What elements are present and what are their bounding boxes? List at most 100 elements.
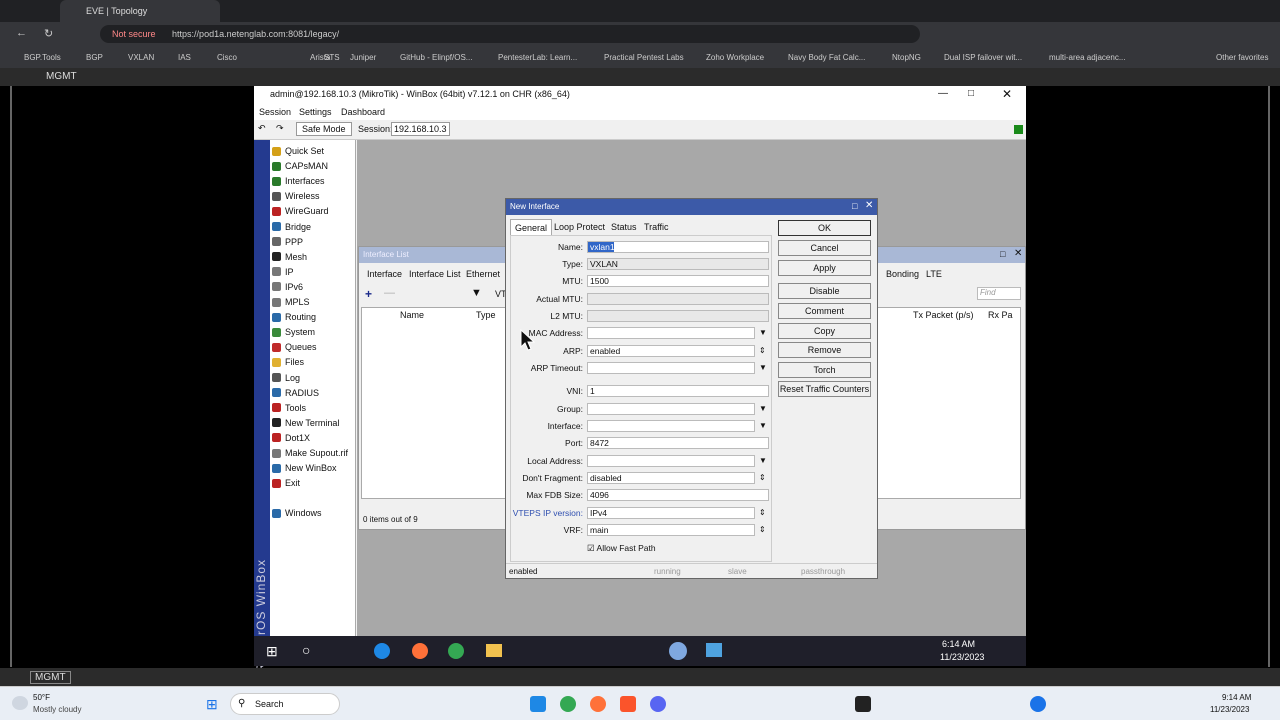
url-input[interactable]: Not secure https://pod1a.netenglab.com:8…: [100, 25, 920, 43]
dropdown-arrow-icon[interactable]: ▼: [759, 404, 767, 413]
tab-interface[interactable]: Interface: [367, 269, 402, 279]
taskbar-search[interactable]: Search: [230, 693, 340, 715]
tab-general[interactable]: General: [510, 219, 553, 235]
discord-icon[interactable]: [650, 696, 666, 712]
back-icon[interactable]: ←: [16, 27, 27, 39]
mac-field[interactable]: [587, 327, 755, 339]
dropdown-arrow-icon[interactable]: ▼: [759, 363, 767, 372]
menu-session[interactable]: Session: [259, 107, 291, 117]
ok-button[interactable]: OK: [778, 220, 871, 236]
vteps-ip-field[interactable]: IPv4: [587, 507, 755, 519]
sidebar-item-ppp[interactable]: PPP: [272, 235, 303, 249]
sidebar-item-log[interactable]: Log: [272, 371, 300, 385]
other-favorites[interactable]: Other favorites: [1216, 53, 1268, 62]
allow-fast-path-checkbox[interactable]: ☑ Allow Fast Path: [587, 543, 656, 554]
bookmark-item[interactable]: Dual ISP failover wit...: [944, 53, 1022, 62]
torch-button[interactable]: Torch: [778, 362, 871, 378]
find-input[interactable]: Find: [977, 287, 1021, 300]
bookmark-item[interactable]: Juniper: [350, 53, 376, 62]
spinner-icon[interactable]: ⇕: [759, 473, 766, 482]
dropdown-arrow-icon[interactable]: ▼: [759, 456, 767, 465]
reset-traffic-counters-button[interactable]: Reset Traffic Counters: [778, 381, 871, 397]
undo-icon[interactable]: ↶: [258, 123, 266, 134]
spinner-icon[interactable]: ⇕: [759, 508, 766, 517]
windows-start-icon[interactable]: ⊞: [266, 643, 278, 660]
sidebar-item-interfaces[interactable]: Interfaces: [272, 174, 325, 188]
maximize-icon[interactable]: □: [852, 201, 857, 211]
dont-fragment-field[interactable]: disabled: [587, 472, 755, 484]
maximize-icon[interactable]: □: [968, 88, 974, 99]
sidebar-item-make-supout-rif[interactable]: Make Supout.rif: [272, 446, 348, 460]
sidebar-item-exit[interactable]: Exit: [272, 476, 300, 490]
sidebar-item-quick-set[interactable]: Quick Set: [272, 144, 324, 158]
bookmark-item[interactable]: Cisco: [217, 53, 237, 62]
sidebar-item-ipv6[interactable]: IPv6: [272, 280, 303, 294]
chrome-icon[interactable]: [448, 643, 464, 659]
spinner-icon[interactable]: ⇕: [759, 525, 766, 534]
close-icon[interactable]: ✕: [865, 200, 873, 211]
mtu-field[interactable]: 1500: [587, 275, 769, 287]
remove-button[interactable]: Remove: [778, 342, 871, 358]
interface-field[interactable]: [587, 420, 755, 432]
firefox-icon[interactable]: [590, 696, 606, 712]
bookmark-item[interactable]: IAS: [178, 53, 191, 62]
sidebar-item-wireguard[interactable]: WireGuard: [272, 204, 329, 218]
arp-timeout-field[interactable]: [587, 362, 755, 374]
menu-settings[interactable]: Settings: [299, 107, 332, 117]
sidebar-item-ip[interactable]: IP: [272, 265, 294, 279]
bookmark-item[interactable]: Practical Pentest Labs: [604, 53, 684, 62]
remove-icon[interactable]: —: [384, 287, 395, 299]
edge-icon[interactable]: [530, 696, 546, 712]
add-icon[interactable]: +: [365, 287, 372, 301]
spinner-icon[interactable]: ⇕: [759, 346, 766, 355]
sidebar-item-dot1x[interactable]: Dot1X: [272, 431, 310, 445]
bookmark-item[interactable]: VXLAN: [128, 53, 154, 62]
dropdown-arrow-icon[interactable]: ▼: [759, 328, 767, 337]
search-circle-icon[interactable]: ○: [302, 642, 310, 658]
windows-start-icon[interactable]: ⊞: [206, 696, 218, 713]
bookmark-item[interactable]: multi-area adjacenc...: [1049, 53, 1125, 62]
sidebar-item-queues[interactable]: Queues: [272, 340, 317, 354]
sidebar-item-new-terminal[interactable]: New Terminal: [272, 416, 339, 430]
vni-field[interactable]: 1: [587, 385, 769, 397]
safe-mode-button[interactable]: Safe Mode: [296, 122, 352, 136]
reload-icon[interactable]: ↻: [44, 27, 53, 40]
comment-button[interactable]: Comment: [778, 303, 871, 319]
bookmark-item[interactable]: GitHub - Elinpf/OS...: [400, 53, 472, 62]
max-fdb-field[interactable]: 4096: [587, 489, 769, 501]
tab-lte[interactable]: LTE: [926, 269, 942, 279]
guac-session-tab[interactable]: MGMT: [30, 671, 71, 684]
column-tx-packet[interactable]: Tx Packet (p/s): [913, 310, 974, 320]
sidebar-item-files[interactable]: Files: [272, 355, 304, 369]
group-field[interactable]: [587, 403, 755, 415]
local-address-field[interactable]: [587, 455, 755, 467]
close-icon[interactable]: ✕: [1014, 248, 1022, 259]
sidebar-item-wireless[interactable]: Wireless: [272, 189, 320, 203]
cancel-button[interactable]: Cancel: [778, 240, 871, 256]
remote-task-icon[interactable]: [706, 643, 722, 657]
zoom-icon[interactable]: [1030, 696, 1046, 712]
sidebar-item-system[interactable]: System: [272, 325, 315, 339]
sidebar-item-windows[interactable]: Windows: [272, 506, 322, 520]
edge-icon[interactable]: [374, 643, 390, 659]
session-input[interactable]: 192.168.10.3: [391, 122, 450, 136]
tab-traffic[interactable]: Traffic: [640, 219, 673, 235]
type-field[interactable]: VXLAN: [587, 258, 769, 270]
sidebar-item-routing[interactable]: Routing: [272, 310, 316, 324]
minimize-icon[interactable]: —: [938, 88, 948, 99]
sidebar-item-capsman[interactable]: CAPsMAN: [272, 159, 328, 173]
bookmark-item[interactable]: PentesterLab: Learn...: [498, 53, 577, 62]
browser-tab[interactable]: EVE | Topology: [60, 0, 220, 22]
bookmark-item[interactable]: STS: [324, 53, 340, 62]
sidebar-item-mpls[interactable]: MPLS: [272, 295, 310, 309]
tab-bonding[interactable]: Bonding: [886, 269, 919, 279]
sidebar-item-new-winbox[interactable]: New WinBox: [272, 461, 337, 475]
redo-icon[interactable]: ↷: [276, 123, 284, 134]
tab-interface-list[interactable]: Interface List: [409, 269, 461, 279]
menu-dashboard[interactable]: Dashboard: [341, 107, 385, 117]
bookmark-item[interactable]: BGP.Tools: [24, 53, 61, 62]
winbox-task-icon[interactable]: [669, 642, 687, 660]
column-rx-packet[interactable]: Rx Pa: [988, 310, 1013, 320]
maximize-icon[interactable]: □: [1000, 249, 1005, 259]
sidebar-item-mesh[interactable]: Mesh: [272, 250, 307, 264]
